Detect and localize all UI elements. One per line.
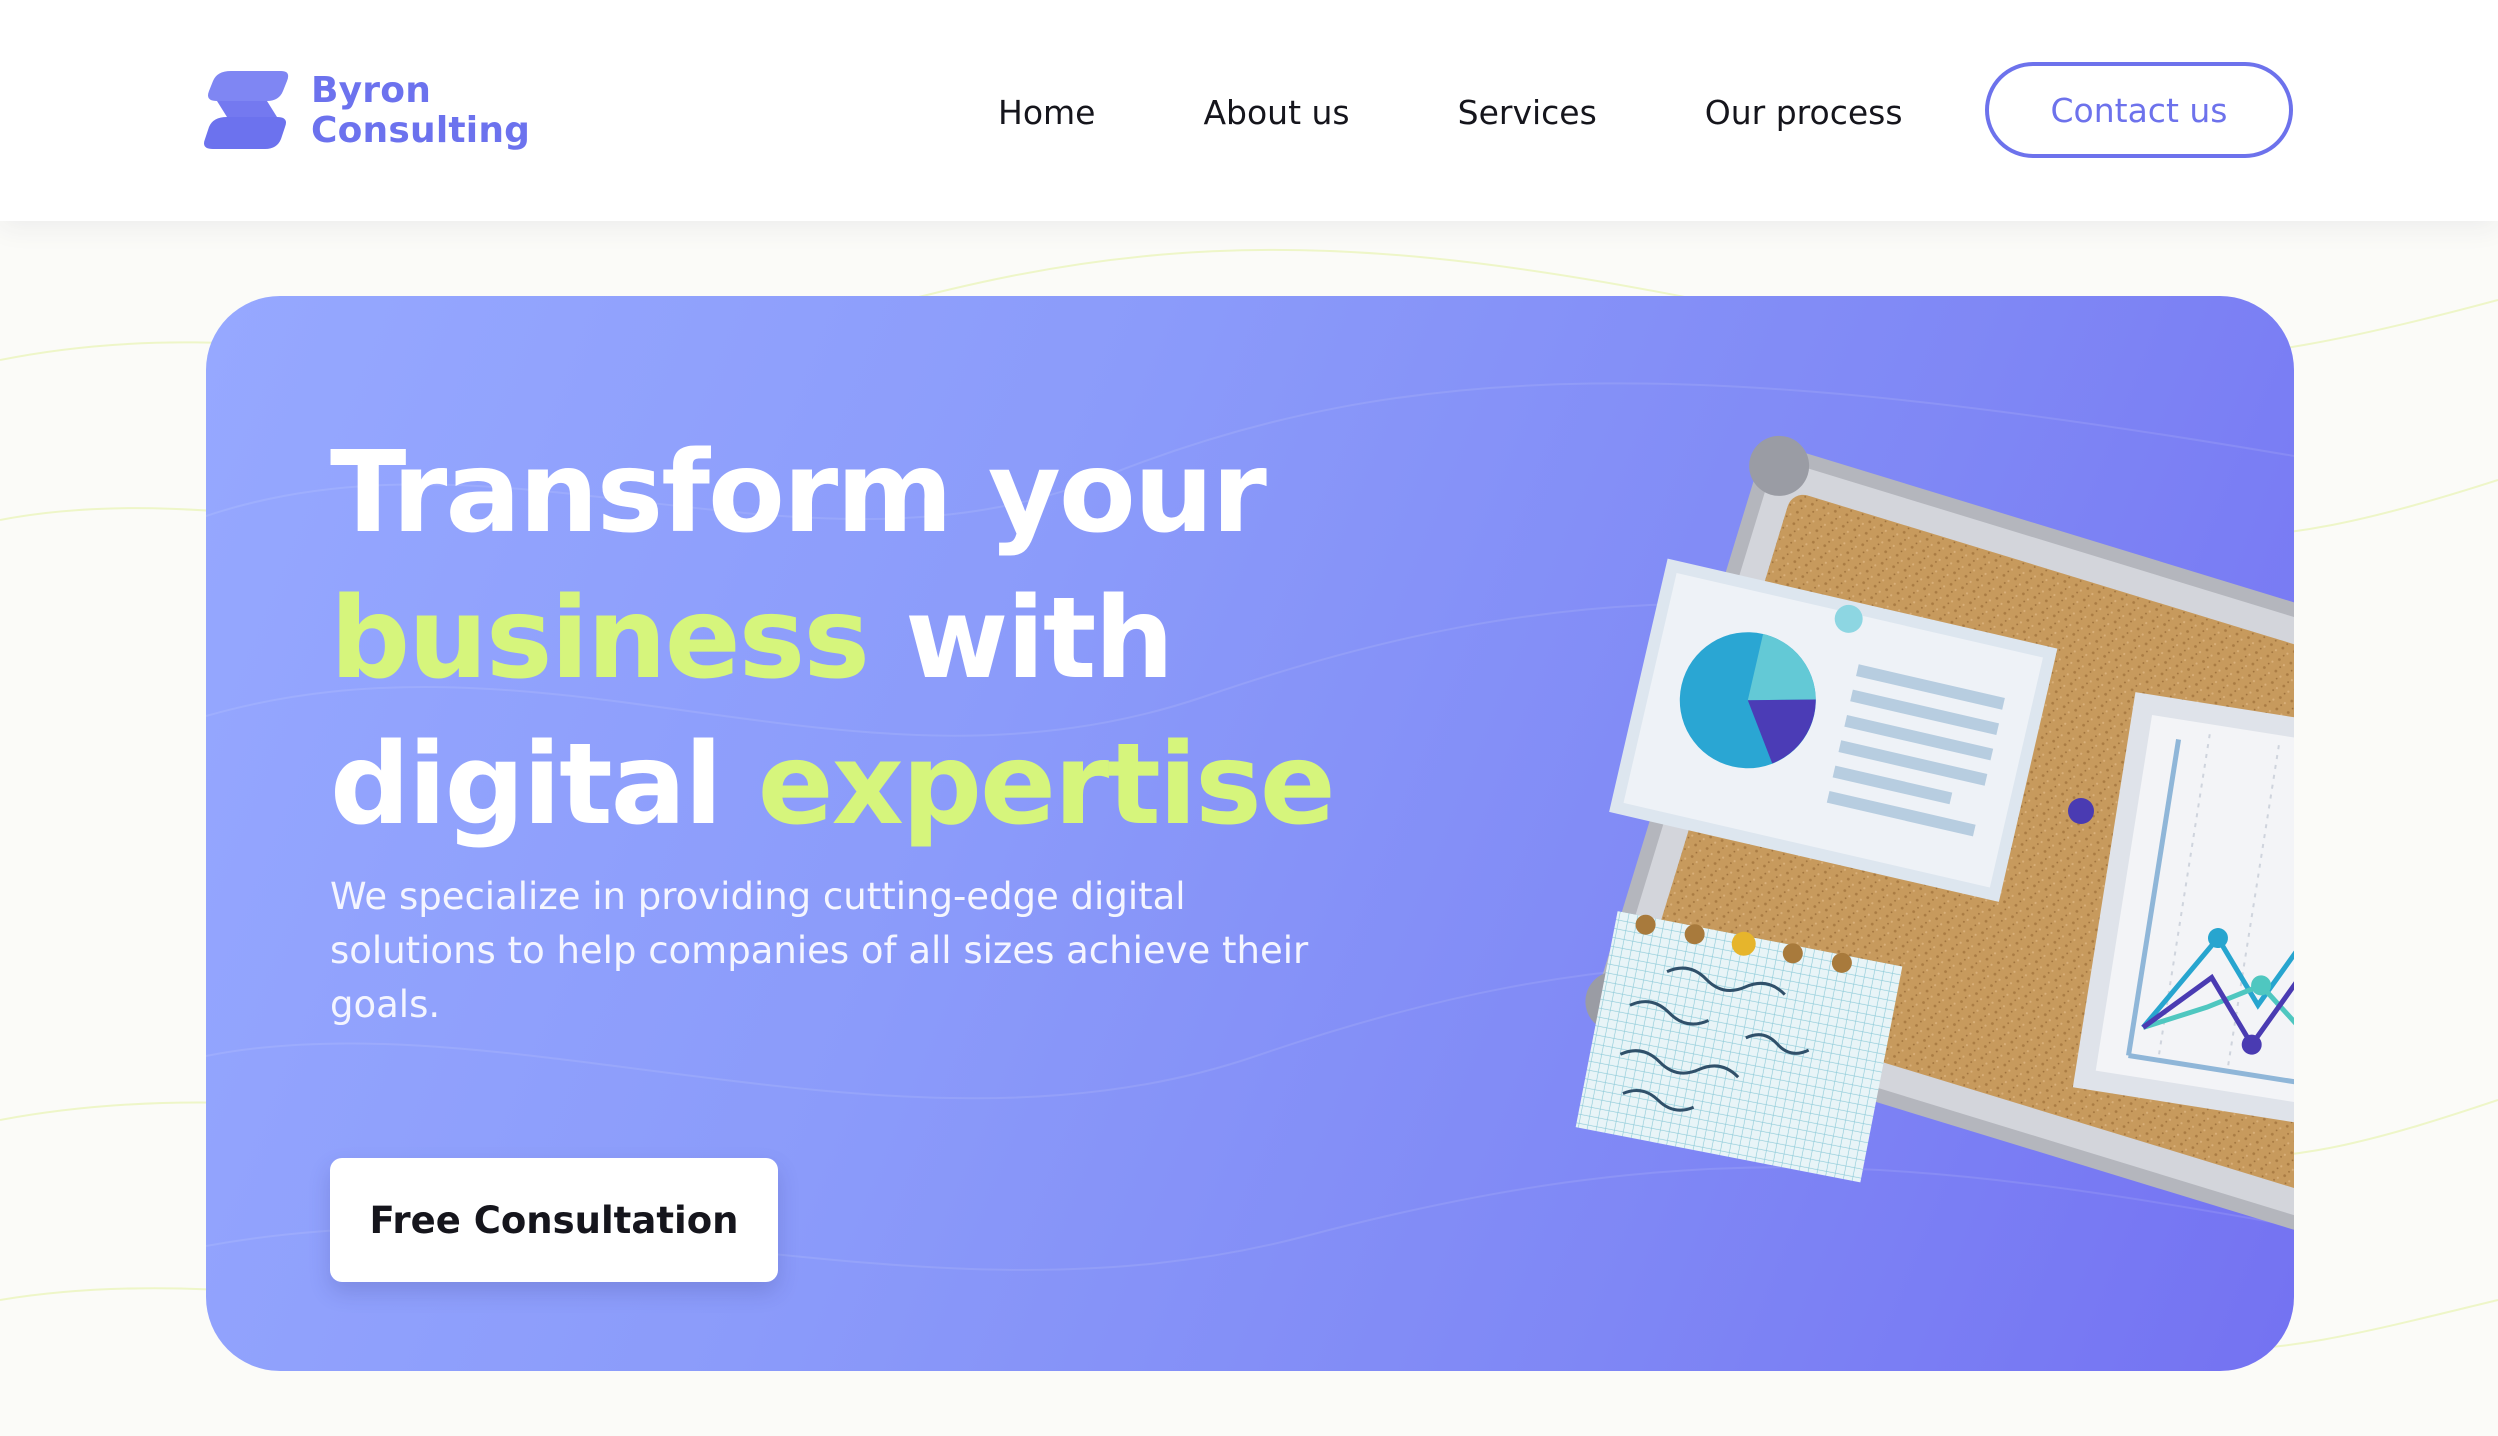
headline-text-with: with [904,574,1174,704]
brand-name-line1: Byron [311,70,432,111]
s-stripes-logo-icon [204,71,289,149]
pin-icon [2068,798,2094,824]
brand-logo[interactable]: Byron Consulting [203,66,530,156]
contact-us-button[interactable]: Contact us [1985,62,2293,158]
headline-line-1: Transform your [330,420,1430,566]
nav-item-about-us[interactable]: About us [1203,93,1349,132]
nav-item-services[interactable]: Services [1458,93,1597,132]
brand-name-line2: Consulting [311,110,531,151]
headline-line-2: business with [330,566,1430,712]
site-header: Byron Consulting Home About us Services … [0,0,2498,221]
free-consultation-button[interactable]: Free Consultation [330,1158,778,1282]
hero-headline: Transform your business with digital exp… [330,420,1430,858]
headline-text-1: Transform your [330,428,1267,558]
brand-name: Byron Consulting [311,71,530,151]
nav-item-our-process[interactable]: Our process [1705,93,1903,132]
hero-banner: Transform your business with digital exp… [206,296,2294,1371]
headline-highlight-business: business [330,574,870,704]
corkboard-charts-illustration [1575,435,2294,1263]
nav-item-home[interactable]: Home [998,93,1095,132]
main-nav: Home About us Services Our process [998,84,1903,140]
hero-subtext: We specialize in providing cutting-edge … [330,875,1309,1026]
headline-line-3: digital expertise [330,712,1430,858]
headline-highlight-expertise: expertise [757,720,1336,850]
headline-text-digital: digital [330,720,723,850]
